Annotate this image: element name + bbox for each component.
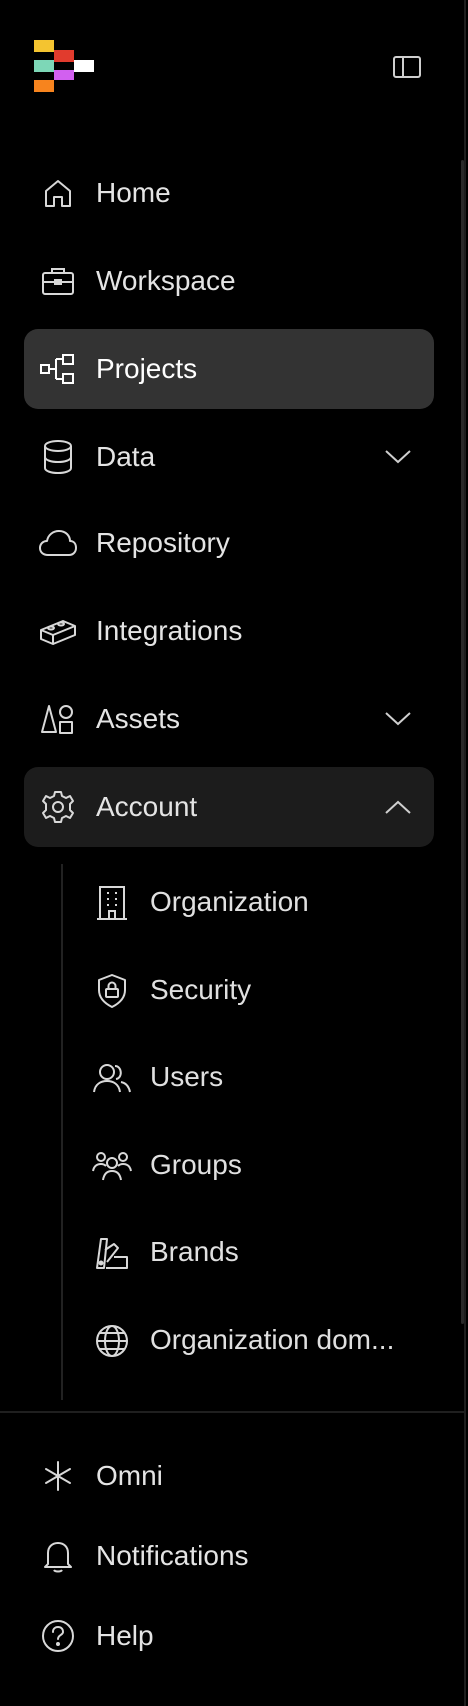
shield-lock-icon — [93, 972, 131, 1010]
collapse-sidebar-button[interactable] — [390, 50, 424, 84]
globe-icon — [93, 1322, 131, 1360]
building-icon — [93, 884, 131, 922]
nav-label-omni: Omni — [96, 1460, 163, 1491]
swatch-icon — [93, 1234, 131, 1272]
nav-item-help[interactable]: Help — [24, 1596, 434, 1676]
sub-label-users: Users — [150, 1061, 224, 1092]
section-divider — [0, 1411, 464, 1413]
sub-item-organization[interactable]: Organization — [80, 862, 434, 942]
sidebar-toggle-icon — [393, 56, 421, 78]
nav-item-account[interactable]: Account — [24, 767, 434, 847]
briefcase-icon — [40, 263, 76, 299]
chevron-down-icon[interactable] — [384, 443, 412, 471]
project-tree-icon — [40, 351, 76, 387]
sub-item-brands[interactable]: Brands — [80, 1212, 434, 1292]
sidebar: Home Workspace Projects Data Repository … — [0, 0, 466, 1706]
chevron-down-icon[interactable] — [384, 705, 412, 733]
shapes-icon — [40, 701, 76, 737]
nav-label-workspace: Workspace — [96, 265, 236, 296]
sub-label-brands: Brands — [150, 1236, 239, 1267]
nav-item-integrations[interactable]: Integrations — [24, 591, 434, 671]
sub-label-groups: Groups — [150, 1149, 242, 1180]
nav-item-omni[interactable]: Omni — [24, 1436, 434, 1516]
nav-label-repository: Repository — [96, 527, 230, 558]
app-logo[interactable] — [34, 40, 96, 92]
group-icon — [92, 1147, 132, 1185]
sidebar-header — [0, 0, 464, 130]
sub-item-users[interactable]: Users — [80, 1037, 434, 1117]
nav-label-help: Help — [96, 1620, 154, 1651]
nav-label-notifications: Notifications — [96, 1540, 249, 1571]
nav-label-integrations: Integrations — [96, 615, 243, 646]
nav-item-assets[interactable]: Assets — [24, 679, 434, 759]
cloud-icon — [39, 525, 77, 561]
sub-label-org-domains: Organization dom... — [150, 1324, 395, 1355]
gear-icon — [40, 789, 76, 825]
nav-item-repository[interactable]: Repository — [24, 503, 434, 583]
nav-label-projects: Projects — [96, 353, 198, 384]
bell-icon — [40, 1538, 76, 1574]
nav-item-workspace[interactable]: Workspace — [24, 241, 434, 321]
home-icon — [40, 175, 76, 211]
help-icon — [40, 1618, 76, 1654]
nav-item-home[interactable]: Home — [24, 153, 434, 233]
nav-item-data[interactable]: Data — [24, 417, 434, 497]
subtree-guide-line — [61, 864, 63, 1400]
database-icon — [40, 439, 76, 475]
nav-label-account: Account — [96, 791, 198, 822]
sub-label-organization: Organization — [150, 886, 309, 917]
users-icon — [93, 1059, 131, 1097]
nav-item-notifications[interactable]: Notifications — [24, 1516, 434, 1596]
sub-label-security: Security — [150, 974, 252, 1005]
asterisk-icon — [40, 1458, 76, 1494]
sub-item-security[interactable]: Security — [80, 950, 434, 1030]
nav-label-assets: Assets — [96, 703, 181, 734]
sub-item-org-domains[interactable]: Organization dom... — [80, 1300, 434, 1380]
nav-item-projects[interactable]: Projects — [24, 329, 434, 409]
brick-icon — [40, 613, 76, 649]
sub-item-groups[interactable]: Groups — [80, 1125, 434, 1205]
scrollbar[interactable] — [461, 160, 464, 1324]
nav-label-data: Data — [96, 441, 156, 472]
chevron-up-icon[interactable] — [384, 793, 412, 821]
nav-label-home: Home — [96, 177, 171, 208]
